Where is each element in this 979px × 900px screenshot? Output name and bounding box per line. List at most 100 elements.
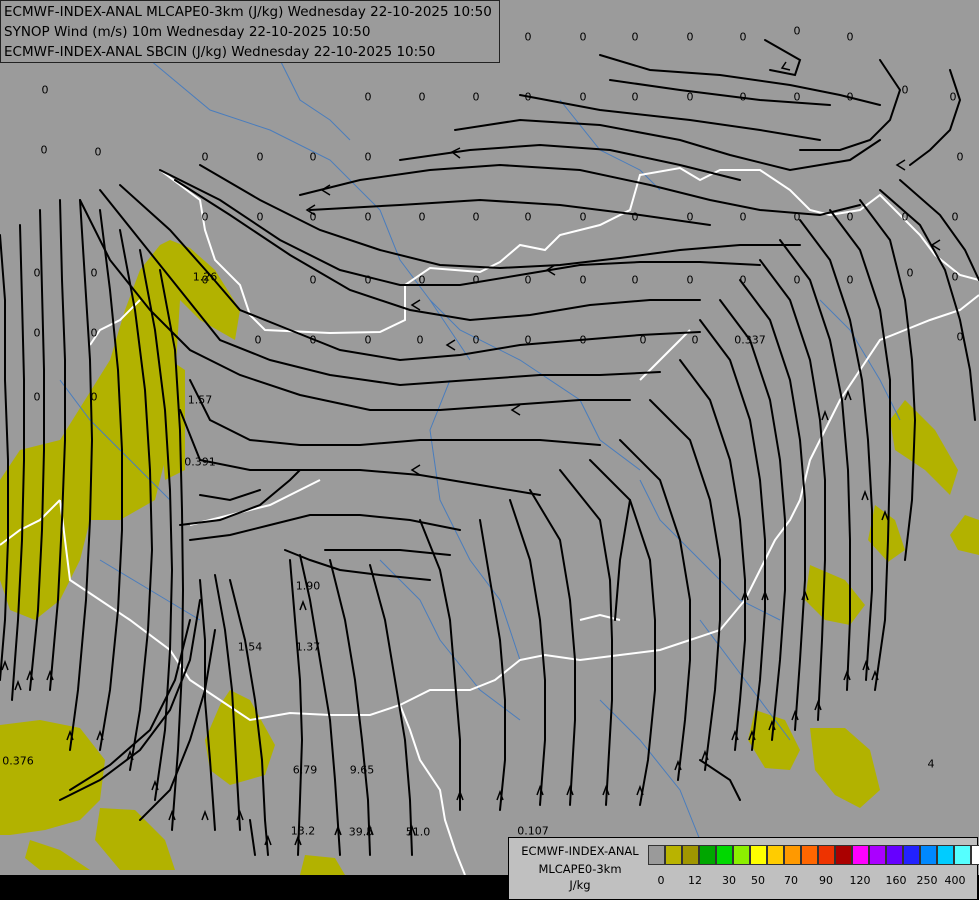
field-value-label: 0: [524, 210, 532, 224]
field-value-label: 0: [418, 90, 426, 104]
map-title-box: ECMWF-INDEX-ANAL MLCAPE0-3km (J/kg) Wedn…: [0, 0, 500, 63]
legend-tick-label: 250: [916, 874, 938, 887]
cape-region-south-1: [205, 690, 275, 785]
field-value-label: 0.391: [184, 455, 216, 469]
field-value-label: 0: [579, 90, 587, 104]
field-value-label: 0: [524, 90, 532, 104]
legend-swatch: [750, 845, 767, 865]
field-value-label: 0: [793, 90, 801, 104]
field-value-label: 0: [33, 390, 41, 404]
field-value-label: 0: [956, 330, 964, 344]
field-value-label: 0: [201, 150, 209, 164]
border-inner-3: [579, 613, 621, 621]
field-value-label: 0: [846, 273, 854, 287]
legend-swatch: [648, 845, 665, 865]
cape-region-east-1: [890, 400, 958, 495]
field-value-label: 0: [686, 273, 694, 287]
field-value-label: 0: [256, 150, 264, 164]
legend-swatch: [818, 845, 835, 865]
field-value-label: 0: [686, 90, 694, 104]
legend-title-source: ECMWF-INDEX-ANAL: [521, 844, 639, 858]
field-value-label: 39.5: [348, 825, 374, 839]
field-value-label: 0: [579, 273, 587, 287]
field-value-label: 0: [524, 333, 532, 347]
legend-swatch: [886, 845, 903, 865]
legend-title-param: MLCAPE0-3km: [538, 862, 622, 876]
field-value-label: 0: [524, 273, 532, 287]
legend-swatch: [784, 845, 801, 865]
legend-tick-label: 120: [849, 874, 871, 887]
field-value-label: 0: [631, 210, 639, 224]
field-value-label: 0: [846, 210, 854, 224]
field-value-label: 0: [793, 24, 801, 38]
field-value-label: 0: [901, 210, 909, 224]
legend-tick-label: 0: [657, 874, 665, 887]
field-value-label: 0: [472, 210, 480, 224]
field-value-label: 0: [906, 266, 914, 280]
field-value-label: 0: [691, 333, 699, 347]
legend-tick-label: 70: [784, 874, 798, 887]
field-value-label: 0: [579, 333, 587, 347]
field-value-label: 0: [41, 83, 49, 97]
field-value-label: 0: [90, 266, 98, 280]
field-value-label: 0: [472, 273, 480, 287]
legend-swatch: [869, 845, 886, 865]
title-line-wind: SYNOP Wind (m/s) 10m Wednesday 22-10-202…: [4, 24, 371, 40]
legend-swatch: [954, 845, 971, 865]
field-value-label: 0: [364, 150, 372, 164]
cape-region-southwest-3: [25, 840, 90, 870]
legend-swatch: [937, 845, 954, 865]
field-value-label: 0: [364, 90, 372, 104]
legend-tick-label: 12: [688, 874, 702, 887]
legend-tick-label: 160: [885, 874, 907, 887]
legend-swatch: [903, 845, 920, 865]
cape-region-southeast-2: [810, 728, 880, 808]
field-value-label: 0: [901, 83, 909, 97]
color-legend: ECMWF-INDEX-ANAL MLCAPE0-3km J/kg 0 12 30 5…: [508, 837, 979, 900]
field-value-label: 0: [686, 30, 694, 44]
legend-tick-label: 400: [944, 874, 966, 887]
weather-map: 0 0 0 0 0 0 0 0 0 0 0 0 0 0 0 0 0 0 0 0 0 0 0 0 0 0 0 0 0 0 0 0 0 0 0 0 0 0 0 0…: [0, 0, 979, 875]
title-line-cin: ECMWF-INDEX-ANAL SBCIN (J/kg) Wednesday …: [4, 44, 436, 60]
field-value-label: 0: [90, 390, 98, 404]
legend-swatch: [852, 845, 869, 865]
field-value-label: 0.337: [734, 333, 766, 347]
legend-swatch: [801, 845, 818, 865]
legend-tick-label: 90: [819, 874, 833, 887]
map-graphics: [0, 39, 979, 875]
field-value-label: 0: [472, 333, 480, 347]
cape-fill-regions: [0, 240, 979, 875]
legend-swatch: [716, 845, 733, 865]
field-value-label: 0: [256, 210, 264, 224]
field-value-label: 0: [949, 90, 957, 104]
field-value-label: 0: [472, 90, 480, 104]
field-value-label: 0: [201, 210, 209, 224]
legend-tick-label: 30: [722, 874, 736, 887]
field-value-label: 0: [793, 273, 801, 287]
legend-title-unit: J/kg: [569, 878, 591, 892]
field-value-label: 0: [33, 266, 41, 280]
legend-swatch: [682, 845, 699, 865]
field-value-label: 1.26: [192, 270, 218, 284]
legend-swatch: [767, 845, 784, 865]
field-value-label: 0: [956, 150, 964, 164]
field-value-label: 0: [739, 210, 747, 224]
legend-swatch: [835, 845, 852, 865]
field-value-label: 0: [579, 210, 587, 224]
field-value-label: 1.90: [295, 579, 321, 593]
field-value-label: 4: [927, 757, 935, 771]
field-value-label: 0: [579, 30, 587, 44]
legend-swatch: [920, 845, 937, 865]
field-value-label: 0: [309, 210, 317, 224]
field-value-label: 0: [739, 30, 747, 44]
legend-swatches: [648, 845, 979, 865]
cape-region-east-4: [805, 565, 865, 625]
field-value-label: 1.54: [237, 640, 263, 654]
field-value-label: 0: [793, 210, 801, 224]
cape-region-southwest-2: [95, 808, 175, 870]
field-value-label: 0: [739, 90, 747, 104]
field-value-label: 9.65: [349, 763, 375, 777]
field-value-label: 0: [309, 333, 317, 347]
field-value-label: 0: [524, 30, 532, 44]
field-value-label: 0: [846, 30, 854, 44]
